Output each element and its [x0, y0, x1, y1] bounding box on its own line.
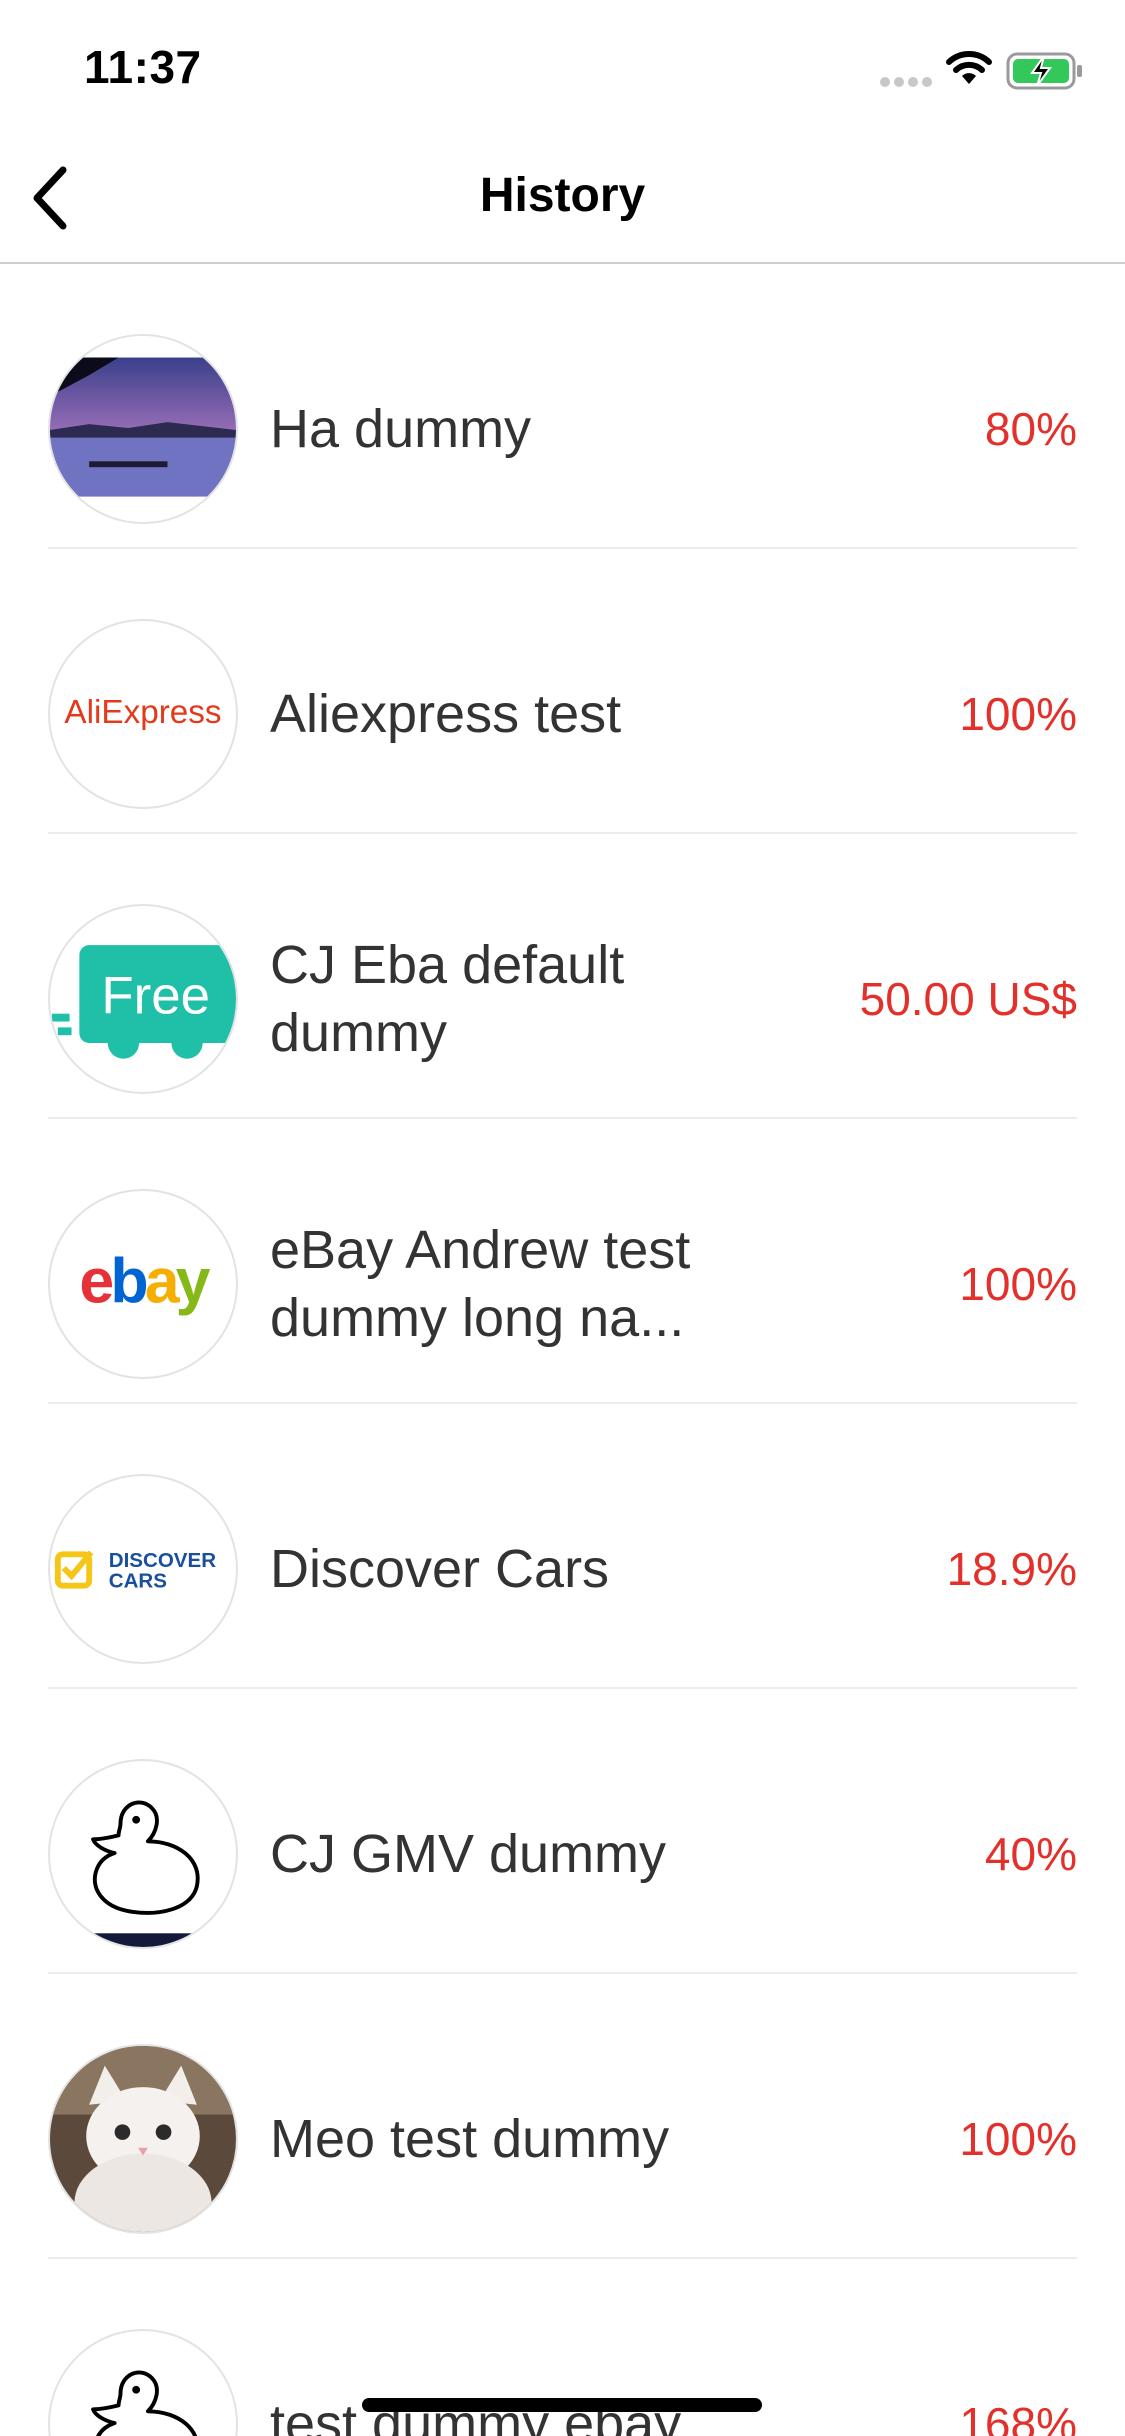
history-item-name: test dummy ebay: [270, 2394, 682, 2436]
history-item-name: eBay Andrew test dummy long na...: [270, 1220, 691, 1348]
discover-cars-logo: DISCOVER CARS: [48, 1474, 238, 1664]
duck-outline-logo: [48, 2329, 238, 2436]
history-item-name: Ha dummy: [270, 399, 532, 459]
history-list: Ha dummy 80% AliExpress Aliexpress test …: [0, 264, 1125, 2436]
svg-text:AliExpress: AliExpress: [64, 694, 221, 731]
history-row[interactable]: DISCOVER CARS Discover Cars 18.9%: [48, 1404, 1077, 1689]
page-title: History: [479, 169, 646, 222]
history-item-value: 18.9%: [946, 1543, 1077, 1595]
history-row[interactable]: ebay eBay Andrew test dummy long na... 1…: [48, 1119, 1077, 1404]
history-row[interactable]: Free CJ Eba default dummy 50.00 US$: [48, 834, 1077, 1119]
history-item-name: Discover Cars: [270, 1539, 610, 1599]
history-screen: 11:37 History Ha dummy 80% AliExpress Al…: [0, 0, 1125, 2436]
free-shipping-truck-logo: Free: [48, 904, 238, 1094]
history-row[interactable]: Ha dummy 80%: [48, 264, 1077, 549]
wifi-icon: [946, 50, 992, 91]
history-item-value: 40%: [984, 1828, 1077, 1880]
svg-text:DISCOVER: DISCOVER: [109, 1549, 216, 1572]
history-item-value: 100%: [959, 2113, 1077, 2165]
svg-text:ebay: ebay: [79, 1247, 210, 1317]
svg-text:CARS: CARS: [109, 1570, 167, 1593]
history-row[interactable]: CJ GMV dummy 40%: [48, 1689, 1077, 1974]
navigation-bar: History: [0, 132, 1125, 264]
cellular-signal-icon: [880, 74, 936, 87]
home-indicator[interactable]: [362, 2398, 762, 2412]
status-bar: 11:37: [0, 0, 1125, 132]
history-item-value: 100%: [959, 1258, 1077, 1310]
history-item-value: 80%: [984, 403, 1077, 455]
history-item-name: Meo test dummy: [270, 2109, 670, 2169]
sunset-lake-avatar: [48, 334, 238, 524]
status-time: 11:37: [84, 41, 202, 93]
history-row[interactable]: AliExpress Aliexpress test 100%: [48, 549, 1077, 834]
svg-text:Free: Free: [101, 967, 210, 1026]
history-item-name: Aliexpress test: [270, 684, 622, 744]
aliexpress-logo: AliExpress: [48, 619, 238, 809]
history-item-value: 50.00 US$: [859, 973, 1077, 1025]
history-item-value: 168%: [959, 2398, 1077, 2436]
history-row[interactable]: Meo test dummy 100%: [48, 1974, 1077, 2259]
kitten-avatar: [48, 2044, 238, 2234]
history-item-value: 100%: [959, 688, 1077, 740]
duck-outline-logo: [48, 1759, 238, 1949]
ebay-logo: ebay: [48, 1189, 238, 1379]
history-item-name: CJ Eba default dummy: [270, 935, 625, 1063]
history-item-name: CJ GMV dummy: [270, 1824, 667, 1884]
battery-charging-icon: [1006, 52, 1084, 95]
